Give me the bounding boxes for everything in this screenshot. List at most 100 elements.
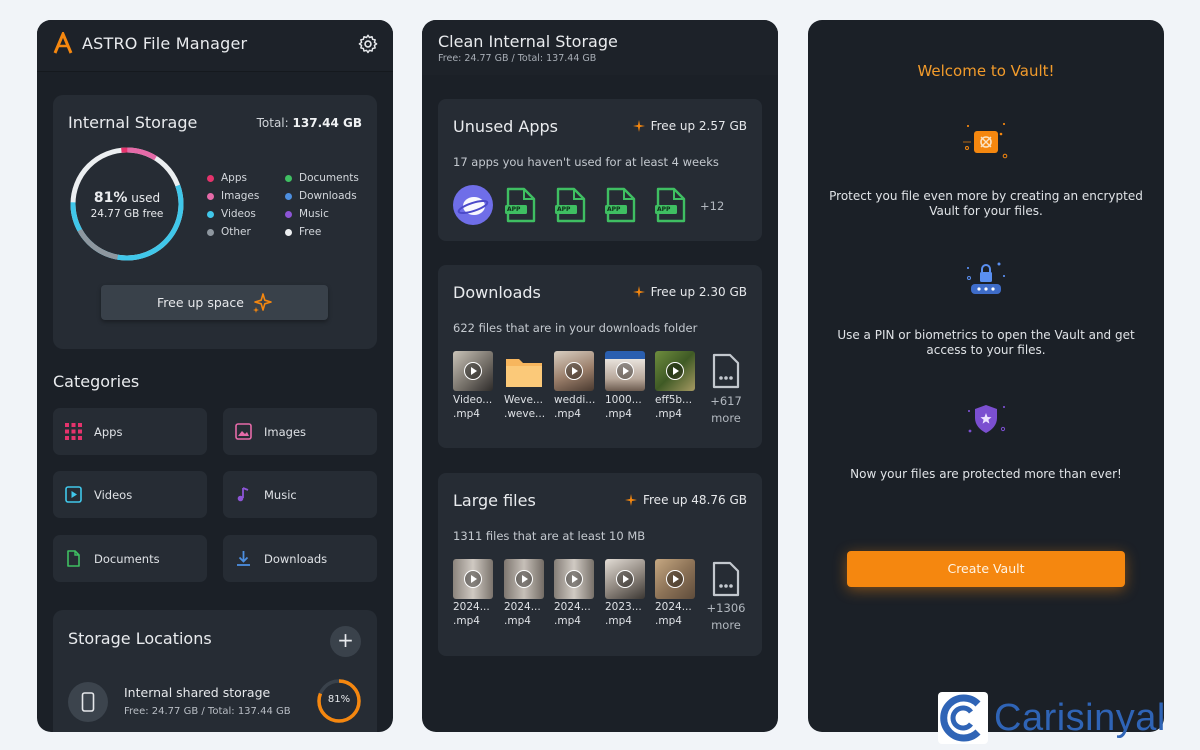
vault-text-pin: Use a PIN or biometrics to open the Vaul… <box>837 328 1135 357</box>
create-vault-button[interactable]: Create Vault <box>847 551 1125 587</box>
downloads-title: Downloads <box>453 283 541 302</box>
large-free-up[interactable]: Free up 48.76 GB <box>624 493 747 507</box>
file-ext: .weve... <box>504 408 546 420</box>
file-thumbnail[interactable] <box>655 559 695 599</box>
more-files-icon[interactable] <box>711 561 741 597</box>
location-usage-percent: 81% <box>327 694 351 705</box>
storage-free-text: 24.77 GB free <box>90 208 164 220</box>
settings-gear-icon[interactable] <box>357 33 379 55</box>
legend-dot <box>285 228 292 236</box>
unused-free-up[interactable]: Free up 2.57 GB <box>632 119 747 133</box>
file-name: weddi... <box>554 394 596 406</box>
category-music[interactable]: Music <box>223 471 377 518</box>
file-caption: weddi... .mp4 <box>554 393 602 421</box>
carisinyal-logo-icon <box>938 692 988 744</box>
app-icon-browser[interactable] <box>453 185 493 225</box>
legend-label: Other <box>221 226 251 238</box>
app-file-icon[interactable]: APP <box>654 187 688 223</box>
category-downloads[interactable]: Downloads <box>223 535 377 582</box>
large-files-card[interactable]: Large files Free up 48.76 GB 1311 files … <box>438 473 762 656</box>
app-file-icon[interactable]: APP <box>504 187 538 223</box>
legend-documents: Documents <box>285 172 359 184</box>
sparkle-icon <box>253 292 272 313</box>
vault-safe-icon <box>963 123 1008 159</box>
location-name[interactable]: Internal shared storage <box>124 685 270 700</box>
free-up-label: Free up 2.57 GB <box>650 119 747 133</box>
add-location-button[interactable]: + <box>330 626 361 657</box>
file-thumbnail[interactable] <box>605 351 645 391</box>
file-caption: Video... .mp4 <box>453 393 501 421</box>
file-caption: Weve... .weve... <box>504 393 552 421</box>
more-count: +617 <box>710 394 742 408</box>
file-thumbnail[interactable] <box>453 559 493 599</box>
folder-thumbnail[interactable] <box>504 351 544 391</box>
free-up-space-button[interactable]: Free up space <box>101 285 328 320</box>
app-file-icon[interactable]: APP <box>604 187 638 223</box>
category-images[interactable]: Images <box>223 408 377 455</box>
legend-dot <box>285 174 292 182</box>
large-files-more[interactable]: +1306 more <box>702 600 750 634</box>
file-thumbnail[interactable] <box>655 351 695 391</box>
large-files-desc: 1311 files that are at least 10 MB <box>453 529 646 543</box>
file-thumbnail[interactable] <box>605 559 645 599</box>
sparkle-icon <box>632 120 645 132</box>
vault-title: Welcome to Vault! <box>917 62 1055 80</box>
category-label: Music <box>264 487 297 502</box>
storage-locations-card: Storage Locations + Internal shared stor… <box>53 610 377 732</box>
play-icon <box>515 570 533 588</box>
free-up-label: Free up 48.76 GB <box>642 493 747 507</box>
more-files-icon[interactable] <box>711 353 741 389</box>
unused-more-count[interactable]: +12 <box>700 199 724 213</box>
category-label: Apps <box>94 424 123 439</box>
category-apps[interactable]: Apps <box>53 408 207 455</box>
legend-dot <box>207 174 214 182</box>
play-icon <box>565 362 583 380</box>
storage-used-percent: 81% used <box>68 190 186 206</box>
downloads-desc: 622 files that are in your downloads fol… <box>453 321 698 335</box>
file-thumbnail[interactable] <box>453 351 493 391</box>
unused-apps-card[interactable]: Unused Apps Free up 2.57 GB 17 apps you … <box>438 99 762 241</box>
app-file-icon[interactable]: APP <box>554 187 588 223</box>
astro-home-screen: ASTRO File Manager Internal Storage Tota… <box>37 20 393 732</box>
legend-label: Documents <box>299 172 359 184</box>
file-name: 1000... <box>605 394 642 406</box>
apps-grid-icon <box>65 423 82 440</box>
app-badge: APP <box>607 206 621 213</box>
vault-welcome-screen: Welcome to Vault! Protect you file even … <box>808 20 1164 732</box>
legend-dot <box>207 192 214 200</box>
file-ext: .mp4 <box>453 615 480 627</box>
legend-dot <box>285 192 292 200</box>
file-name: 2024... <box>655 601 692 613</box>
file-ext: .mp4 <box>605 615 632 627</box>
used-word: used <box>131 191 161 205</box>
file-ext: .mp4 <box>554 408 581 420</box>
category-documents[interactable]: Documents <box>53 535 207 582</box>
downloads-free-up[interactable]: Free up 2.30 GB <box>632 285 747 299</box>
play-icon <box>666 362 684 380</box>
play-icon <box>464 570 482 588</box>
file-ext: .mp4 <box>453 408 480 420</box>
large-files-title: Large files <box>453 491 536 510</box>
downloads-card[interactable]: Downloads Free up 2.30 GB 622 files that… <box>438 265 762 448</box>
free-up-label: Free up 2.30 GB <box>650 285 747 299</box>
downloads-more[interactable]: +617 more <box>704 393 748 427</box>
file-thumbnail[interactable] <box>554 559 594 599</box>
category-label: Downloads <box>264 551 328 566</box>
file-name: 2023... <box>605 601 642 613</box>
file-caption: 2024... .mp4 <box>504 600 552 628</box>
clean-title: Clean Internal Storage <box>438 32 618 51</box>
file-thumbnail[interactable] <box>554 351 594 391</box>
clean-subtitle: Free: 24.77 GB / Total: 137.44 GB <box>438 53 597 64</box>
vault-text-protected: Now your files are protected more than e… <box>850 467 1122 481</box>
phone-device-icon <box>68 682 108 722</box>
app-badge: APP <box>557 206 571 213</box>
clean-header: Clean Internal Storage Free: 24.77 GB / … <box>422 20 778 75</box>
free-up-space-label: Free up space <box>157 295 244 310</box>
sparkle-icon <box>632 286 645 298</box>
category-videos[interactable]: Videos <box>53 471 207 518</box>
app-badge: APP <box>657 206 671 213</box>
unused-apps-title: Unused Apps <box>453 117 559 136</box>
internal-storage-card[interactable]: Internal Storage Total: 137.44 GB 81% us… <box>53 95 377 349</box>
legend-apps: Apps <box>207 172 247 184</box>
file-thumbnail[interactable] <box>504 559 544 599</box>
